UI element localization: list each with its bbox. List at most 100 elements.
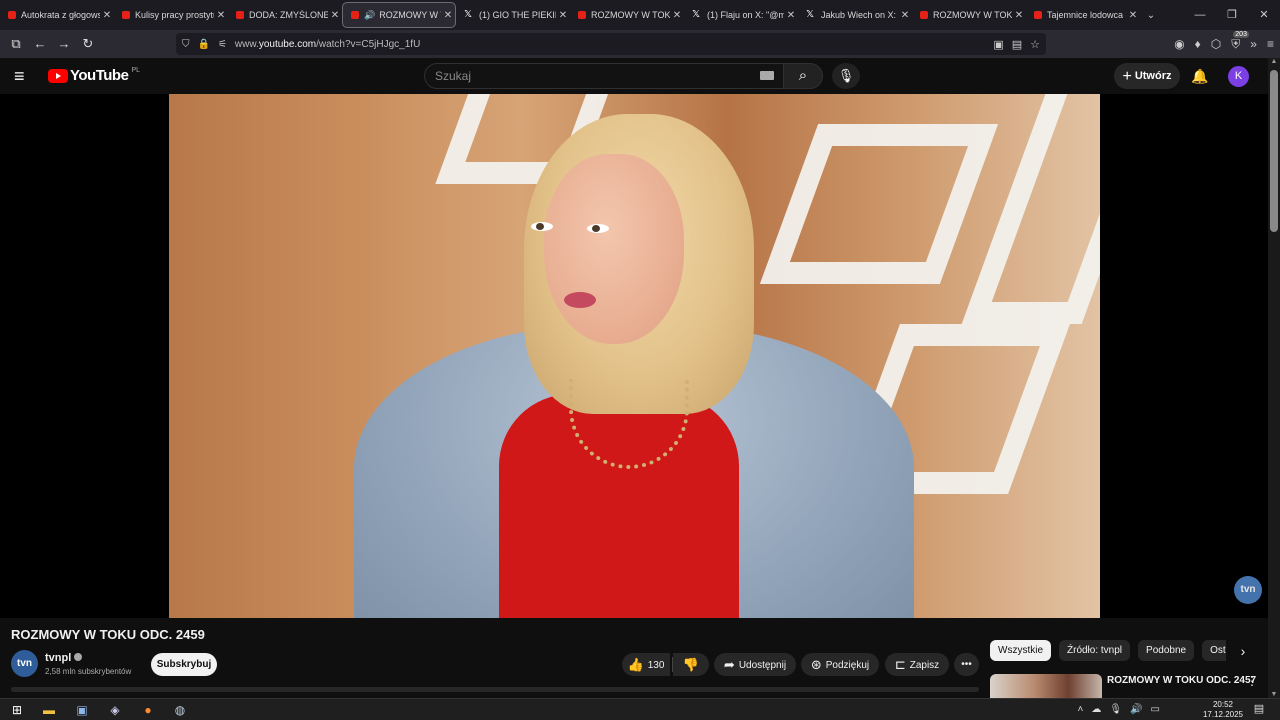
close-tab-icon[interactable]: ✕: [898, 10, 912, 21]
ublock-extension-icon[interactable]: ⛨ 203: [1231, 30, 1249, 52]
thanks-button[interactable]: ⊛ Podziękuj: [801, 653, 879, 676]
video-frame[interactable]: [169, 94, 1100, 618]
vpn-extension-icon[interactable]: ◉: [1174, 37, 1184, 51]
youtube-logo[interactable]: YouTube PL: [48, 67, 140, 84]
page-scrollbar[interactable]: ▲ ▼: [1268, 58, 1280, 698]
network-icon[interactable]: ▭: [1151, 701, 1160, 719]
close-tab-icon[interactable]: ✕: [100, 10, 114, 21]
youtube-header: ≡ YouTube PL Szukaj ⌕ 🎙 + Utwórz 🔔 K: [0, 58, 1268, 94]
clock-time: 20:52: [1212, 700, 1234, 709]
app-icon[interactable]: ◍: [171, 701, 189, 719]
channel-name-wrapper[interactable]: tvnpl: [45, 652, 83, 664]
recommendation-title[interactable]: ROZMOWY W TOKU ODC. 2457: [1107, 675, 1256, 686]
close-tab-icon[interactable]: ✕: [441, 10, 455, 21]
share-button[interactable]: ➦ Udostępnij: [714, 653, 796, 676]
volume-icon[interactable]: 🔊: [1130, 701, 1142, 719]
extensions-puzzle-icon[interactable]: ⬡: [1211, 37, 1221, 51]
steam-icon[interactable]: ◈: [106, 701, 124, 719]
chevron-right-icon[interactable]: ›: [1234, 641, 1252, 661]
restore-icon[interactable]: ❐: [1216, 0, 1248, 30]
forward-arrow-icon[interactable]: →: [52, 32, 76, 56]
speaker-icon[interactable]: 🔊: [364, 10, 375, 21]
shield-icon[interactable]: ⛉: [182, 39, 190, 50]
browser-tab[interactable]: Autokrata z głogowskie✕: [0, 2, 114, 28]
chip-all[interactable]: Wszystkie: [990, 640, 1051, 661]
close-window-icon[interactable]: ✕: [1248, 0, 1280, 30]
chip-related[interactable]: Podobne: [1138, 640, 1195, 661]
create-button[interactable]: + Utwórz: [1114, 63, 1180, 89]
chip-recent[interactable]: Ostatnio przesłane: [1202, 640, 1226, 661]
tray-chevron-up-icon[interactable]: ˄: [1078, 701, 1084, 719]
browser-tab[interactable]: ROZMOWY W TOKU ✕: [912, 2, 1026, 28]
firefox-icon[interactable]: ●: [139, 701, 157, 719]
lock-icon[interactable]: 🔒: [198, 39, 210, 50]
save-button[interactable]: ⊏ Zapisz: [885, 653, 949, 676]
browser-tab[interactable]: ROZMOWY W TOKU ✕: [570, 2, 684, 28]
youtube-favicon-icon: [122, 11, 130, 19]
dislike-button[interactable]: 👎: [673, 653, 709, 676]
hamburger-menu-icon[interactable]: ≡: [14, 66, 34, 86]
back-arrow-icon[interactable]: ←: [28, 32, 52, 56]
subscribe-button[interactable]: Subskrybuj: [151, 653, 217, 676]
person-face: [544, 154, 684, 344]
notifications-icon[interactable]: ▤: [1252, 702, 1266, 715]
browser-tab[interactable]: 𝕏Jakub Wiech on X: "Za✕: [798, 2, 912, 28]
search-button[interactable]: ⌕: [783, 63, 823, 89]
close-tab-icon[interactable]: ✕: [1012, 10, 1026, 21]
scrollbar-thumb[interactable]: [1270, 70, 1278, 232]
recommendation-thumbnail[interactable]: [990, 674, 1102, 698]
computer-icon[interactable]: ▣: [73, 701, 91, 719]
voice-search-button[interactable]: 🎙: [832, 63, 860, 89]
browser-tab[interactable]: Kulisy pracy prostytutki✕: [114, 2, 228, 28]
onedrive-icon[interactable]: ☁: [1091, 701, 1101, 719]
minimize-icon[interactable]: —: [1184, 0, 1216, 30]
system-clock[interactable]: 20:52 17.12.2025: [1200, 700, 1246, 720]
scroll-up-icon[interactable]: ▲: [1268, 58, 1280, 65]
picture-in-picture-icon[interactable]: ▣: [993, 38, 1003, 51]
browser-tab-active[interactable]: 🔊ROZMOWY W TOKU✕: [342, 2, 456, 28]
close-tab-icon[interactable]: ✕: [328, 10, 342, 21]
browser-tab[interactable]: DODA: ZMYŚLONE ZDRADY✕: [228, 2, 342, 28]
person-eye: [587, 224, 609, 233]
menu-icon[interactable]: ≡: [1267, 37, 1274, 51]
more-actions-button[interactable]: •••: [954, 653, 979, 676]
fox-extension-icon[interactable]: ♦: [1195, 37, 1201, 51]
browser-tab[interactable]: Tajemnice lodowca - ✕: [1026, 2, 1140, 28]
close-tab-icon[interactable]: ✕: [556, 10, 570, 21]
reader-view-icon[interactable]: ▤: [1012, 38, 1022, 51]
close-tab-icon[interactable]: ✕: [1126, 10, 1140, 21]
more-vertical-icon[interactable]: ⋮: [1246, 674, 1258, 688]
browser-tab[interactable]: 𝕏(1) GIO THE PIEKIELNY✕: [456, 2, 570, 28]
thumbs-down-icon: 👎: [682, 657, 700, 672]
permissions-icon[interactable]: ⚟: [218, 39, 227, 50]
bookmark-star-icon[interactable]: ☆: [1030, 38, 1040, 51]
search-input[interactable]: Szukaj: [424, 63, 784, 89]
close-tab-icon[interactable]: ✕: [670, 10, 684, 21]
video-player[interactable]: tvn: [0, 94, 1268, 618]
windows-start-icon[interactable]: ⊞: [8, 701, 26, 719]
channel-name[interactable]: tvnpl: [45, 652, 71, 664]
close-tab-icon[interactable]: ✕: [214, 10, 228, 21]
tvn-watermark[interactable]: tvn: [1234, 576, 1262, 604]
account-avatar[interactable]: K: [1228, 66, 1249, 87]
browser-tab[interactable]: 𝕏(1) Flaju on X: "@mar✕: [684, 2, 798, 28]
microphone-tray-icon[interactable]: 🎙: [1109, 701, 1122, 719]
youtube-play-logo-icon: [48, 68, 68, 83]
like-button[interactable]: 👍 130: [622, 653, 670, 676]
tab-list-chevron-icon[interactable]: ⌄: [1140, 10, 1162, 21]
sidebar-toggle-icon[interactable]: ⧉: [4, 32, 28, 56]
file-explorer-icon[interactable]: ▬: [40, 701, 58, 719]
notifications-bell-icon[interactable]: 🔔: [1190, 66, 1210, 86]
close-tab-icon[interactable]: ✕: [784, 10, 798, 21]
browser-nav-bar: ⧉ ← → ↻ ⛉ 🔒 ⚟ www.youtube.com/watch?v=C5…: [0, 30, 1280, 58]
overflow-chevron-icon[interactable]: »: [1250, 37, 1257, 51]
reload-icon[interactable]: ↻: [76, 32, 100, 56]
channel-avatar[interactable]: tvn: [11, 650, 38, 677]
address-bar[interactable]: ⛉ 🔒 ⚟ www.youtube.com/watch?v=C5jHJgc_1f…: [176, 33, 1046, 55]
clock-date: 17.12.2025: [1202, 710, 1244, 719]
chip-source[interactable]: Źródło: tvnpl: [1059, 640, 1131, 661]
more-horizontal-icon: •••: [961, 659, 972, 670]
description-box-edge[interactable]: [11, 687, 979, 692]
x-favicon-icon: 𝕏: [464, 9, 473, 20]
scroll-down-icon[interactable]: ▼: [1268, 691, 1280, 698]
